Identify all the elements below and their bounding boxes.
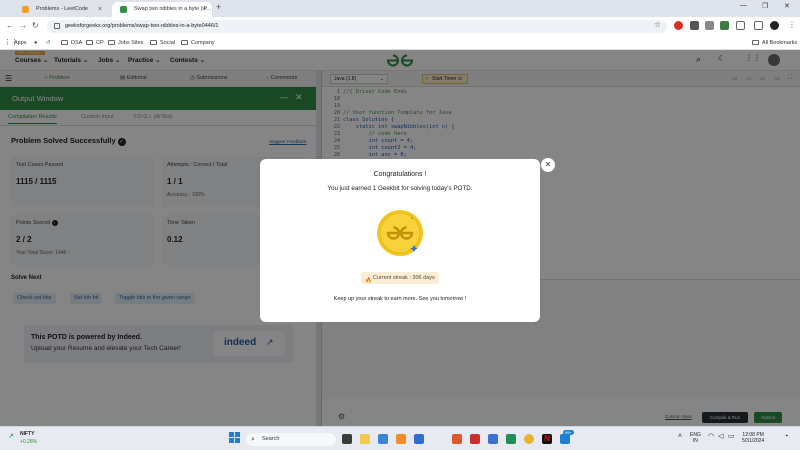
geekbit-coin-icon [377, 210, 423, 256]
url-field[interactable]: geeksforgeeks.org/problems/swap-two-nibb… [47, 20, 667, 33]
brave-icon[interactable] [452, 434, 462, 444]
geekbit-modal: Congratulations ! You just earned 1 Geek… [260, 159, 540, 322]
github-icon: ● [34, 40, 38, 46]
netflix-icon[interactable]: N [542, 434, 552, 444]
gfg-favicon-icon [120, 6, 127, 13]
forward-icon[interactable]: → [19, 21, 27, 30]
file-explorer-icon[interactable] [360, 434, 370, 444]
windows-taskbar: ↗ NIFTY +0.28% ⌕ Search N 99+ ˄ ENG IN ◠ … [0, 426, 800, 450]
volume-icon[interactable]: ◁ [718, 433, 723, 440]
bookmarks-bar: ⋮⋮ Apps ● ↺ DSA CP Jobs Sites Social Comp… [0, 36, 800, 50]
new-tab-icon[interactable]: + [216, 2, 221, 12]
leetcode-favicon-icon [22, 6, 29, 13]
close-tab-icon[interactable]: × [202, 2, 206, 17]
battery-icon[interactable]: ▭ [728, 433, 735, 440]
browser-tab-bar: Problems - LeetCode × Swap two nibbles i… [0, 0, 800, 17]
taskbar-search[interactable]: ⌕ Search [246, 433, 336, 446]
modal-title: Congratulations ! [373, 171, 427, 178]
modal-footer-text: Keep up your streak to earn more. See yo… [333, 296, 467, 302]
stock-name[interactable]: NIFTY [20, 431, 34, 437]
app-icon[interactable] [560, 434, 570, 444]
chrome-icon[interactable] [524, 434, 534, 444]
maximize-icon[interactable]: ❐ [762, 2, 768, 10]
streak-badge: 🔥 Current streak : 306 days [361, 272, 439, 284]
folder-icon [181, 40, 188, 45]
refresh-green-icon: ↺ [46, 40, 51, 46]
tab-title: Swap two nibbles in a byte | P... [134, 6, 212, 12]
browser-tab-gfg[interactable]: Swap two nibbles in a byte | P... × [112, 2, 212, 17]
bookmark-star-icon[interactable]: ☆ [654, 20, 661, 29]
stock-change: +0.28% [20, 439, 38, 445]
task-view-icon[interactable] [342, 434, 352, 444]
modal-message: You just earned 1 Geekbit for solving to… [327, 185, 473, 192]
clock[interactable]: 12:08 PM 5/31/2024 [742, 432, 764, 444]
browser-tab-leetcode[interactable]: Problems - LeetCode × [14, 2, 108, 17]
all-bookmarks[interactable]: All Bookmarks [752, 38, 797, 48]
tray-chevron-icon[interactable]: ˄ [678, 433, 682, 440]
folder-icon [150, 40, 157, 45]
close-modal-icon[interactable]: ✕ [541, 158, 555, 172]
extension-icon[interactable] [690, 21, 699, 30]
sidebar-icon[interactable] [754, 21, 763, 30]
notification-count-badge: 99+ [563, 430, 574, 435]
extension-icon[interactable] [720, 21, 729, 30]
close-window-icon[interactable]: ✕ [784, 2, 790, 10]
back-icon[interactable]: ← [6, 21, 14, 30]
bookmark-apps[interactable]: ⋮⋮ Apps [4, 38, 27, 48]
bookmark-dsa[interactable]: DSA [61, 38, 82, 48]
search-icon: ⌕ [251, 436, 255, 443]
bookmark-social[interactable]: Social [150, 38, 175, 48]
stock-chart-icon[interactable]: ↗ [8, 432, 14, 440]
mail-icon[interactable] [414, 434, 424, 444]
site-info-icon[interactable] [54, 23, 60, 29]
address-bar-row: ← → ↻ geeksforgeeks.org/problems/swap-tw… [0, 17, 800, 36]
windows-start-icon[interactable] [229, 432, 241, 444]
app-icon[interactable] [488, 434, 498, 444]
app-icon[interactable] [378, 434, 388, 444]
bookmark-cp[interactable]: CP [86, 38, 104, 48]
extension-icon[interactable] [705, 21, 714, 30]
bookmark-jobs-sites[interactable]: Jobs Sites [108, 38, 143, 48]
reload-icon[interactable]: ↻ [32, 21, 39, 30]
folder-icon [61, 40, 68, 45]
flame-icon: 🔥 [365, 278, 372, 284]
profile-avatar[interactable] [770, 21, 779, 30]
folder-icon [86, 40, 93, 45]
apps-grid-icon: ⋮⋮ [4, 39, 18, 46]
minimize-icon[interactable]: — [740, 2, 747, 9]
notification-bell-icon[interactable]: ◔ [784, 433, 788, 440]
wifi-icon[interactable]: ◠ [708, 433, 714, 440]
url-text: geeksforgeeks.org/problems/swap-two-nibb… [65, 23, 219, 29]
acrobat-icon[interactable] [470, 434, 480, 444]
menu-kebab-icon[interactable]: ⋮ [788, 20, 796, 29]
extensions-puzzle-icon[interactable] [736, 21, 745, 30]
language-indicator[interactable]: ENG IN [690, 432, 701, 444]
vlc-icon[interactable] [396, 434, 406, 444]
tab-title: Problems - LeetCode [36, 6, 88, 12]
close-tab-icon[interactable]: × [98, 2, 102, 17]
extension-icon[interactable] [674, 21, 683, 30]
app-icon[interactable] [506, 434, 516, 444]
folder-icon [108, 40, 115, 45]
bookmark-company[interactable]: Company [181, 38, 215, 48]
folder-icon [752, 40, 759, 45]
